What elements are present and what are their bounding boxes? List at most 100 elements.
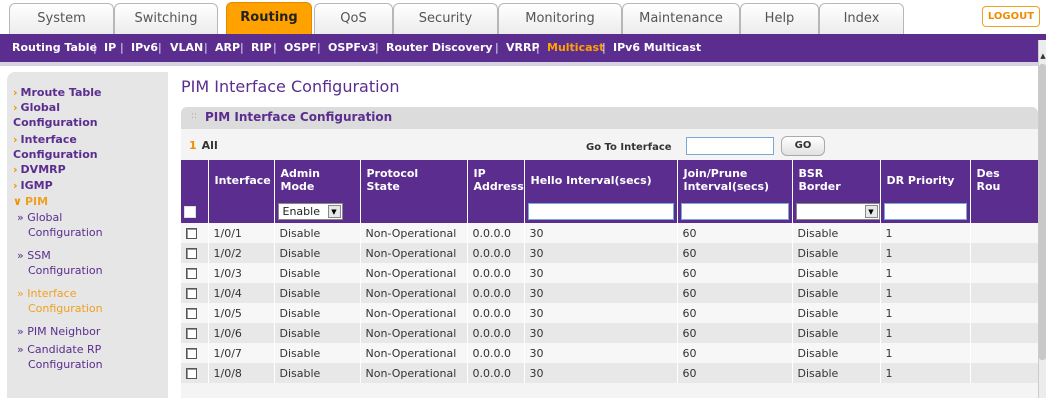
cell-interface: 1/0/1 bbox=[208, 223, 275, 243]
tab-qos[interactable]: QoS bbox=[314, 3, 393, 34]
cell-ip-address: 0.0.0.0 bbox=[467, 263, 525, 283]
cell-admin-mode: Disable bbox=[274, 323, 361, 343]
row-checkbox[interactable] bbox=[186, 308, 197, 319]
vertical-scrollbar[interactable]: ▲ bbox=[1038, 40, 1046, 398]
page-title: PIM Interface Configuration bbox=[181, 77, 400, 96]
tab-switching[interactable]: Switching bbox=[114, 3, 218, 34]
cell-admin-mode: Disable bbox=[274, 223, 361, 243]
chevron-right-icon: › bbox=[13, 101, 18, 114]
cell-designated-router bbox=[970, 223, 1039, 243]
subnav-rip[interactable]: RIP bbox=[251, 34, 272, 62]
tab-help[interactable]: Help bbox=[740, 3, 819, 34]
tab-system[interactable]: System bbox=[9, 3, 114, 34]
sidebar-sub-pim-neighbor[interactable]: » PIM Neighbor bbox=[17, 324, 100, 339]
row-checkbox[interactable] bbox=[186, 228, 197, 239]
pim-interface-table: Interface Admin Mode Protocol State IP Addr… bbox=[181, 160, 1039, 383]
subnav-ip[interactable]: IP bbox=[104, 34, 116, 62]
subnav-routing-table[interactable]: Routing Table bbox=[12, 34, 97, 62]
sidebar-sub-global-configuration[interactable]: » Global Configuration bbox=[17, 210, 103, 240]
sidebar-sub-label: PIM Neighbor bbox=[27, 325, 101, 338]
sub-nav: Routing Table | IP | IPv6 | VLAN | ARP |… bbox=[0, 34, 1046, 62]
dr-priority-input[interactable] bbox=[883, 203, 967, 220]
col-header-bsr-border: BSR Border bbox=[792, 160, 881, 200]
col-header-hello-interval: Hello Interval(secs) bbox=[524, 160, 678, 200]
tab-monitoring[interactable]: Monitoring bbox=[498, 3, 622, 34]
sidebar-sub-label: Configuration bbox=[28, 226, 103, 239]
chevron-right-icon: › bbox=[13, 133, 18, 146]
chevron-down-icon: ▼ bbox=[327, 205, 341, 218]
cell-join-prune-interval: 60 bbox=[677, 223, 793, 243]
sidebar-item-global-configuration[interactable]: › Global Configuration bbox=[13, 100, 98, 130]
hello-interval-input[interactable] bbox=[527, 203, 674, 220]
app-root: System Switching Routing QoS Security Mo… bbox=[0, 0, 1046, 398]
sidebar-sub-label: Candidate RP bbox=[27, 343, 102, 356]
sidebar-sub-ssm-configuration[interactable]: » SSM Configuration bbox=[17, 248, 103, 278]
subnav-router-discovery[interactable]: Router Discovery bbox=[386, 34, 493, 62]
sidebar-sub-label: Global bbox=[27, 211, 63, 224]
subnav-ospfv3[interactable]: OSPFv3 bbox=[328, 34, 376, 62]
subnav-vlan[interactable]: VLAN bbox=[170, 34, 203, 62]
row-checkbox[interactable] bbox=[186, 328, 197, 339]
cell-designated-router bbox=[970, 303, 1039, 323]
sidebar-sub-candidate-rp-configuration[interactable]: » Candidate RP Configuration bbox=[17, 342, 103, 372]
subnav-ipv6-multicast[interactable]: IPv6 Multicast bbox=[613, 34, 701, 62]
cell-select bbox=[181, 363, 209, 383]
cell-join-prune-interval: 60 bbox=[677, 263, 793, 283]
sidebar-sub-label: Interface bbox=[27, 287, 77, 300]
tab-maintenance[interactable]: Maintenance bbox=[622, 3, 740, 34]
go-button[interactable]: GO bbox=[781, 136, 825, 156]
cell-bsr-border: Disable bbox=[792, 303, 881, 323]
cell-select bbox=[181, 243, 209, 263]
cell-protocol-state: Non-Operational bbox=[360, 343, 468, 363]
bullet-icon: » bbox=[17, 249, 24, 262]
subnav-separator: | bbox=[240, 41, 244, 54]
tab-index[interactable]: Index bbox=[819, 3, 904, 34]
admin-mode-select[interactable]: Enable ▼ bbox=[277, 203, 343, 220]
show-all-link[interactable]: 1 All bbox=[189, 139, 218, 152]
join-prune-interval-input[interactable] bbox=[680, 203, 789, 220]
tab-security[interactable]: Security bbox=[393, 3, 498, 34]
cell-designated-router bbox=[970, 363, 1039, 383]
subnav-ipv6[interactable]: IPv6 bbox=[131, 34, 158, 62]
sidebar-item-igmp[interactable]: › IGMP bbox=[13, 178, 53, 193]
sidebar-item-pim[interactable]: ∨ PIM bbox=[13, 194, 48, 209]
row-checkbox[interactable] bbox=[186, 288, 197, 299]
sidebar-item-label: PIM bbox=[24, 195, 49, 208]
cell-protocol-state: Non-Operational bbox=[360, 363, 468, 383]
sidebar: › Mroute Table › Global Configuration › Inte… bbox=[0, 66, 168, 398]
row-checkbox[interactable] bbox=[186, 368, 197, 379]
tab-routing[interactable]: Routing bbox=[226, 2, 312, 34]
cell-dr-priority: 1 bbox=[880, 323, 971, 343]
cell-join-prune-interval: 60 bbox=[677, 323, 793, 343]
row-checkbox[interactable] bbox=[186, 348, 197, 359]
scroll-thumb[interactable] bbox=[1039, 64, 1046, 360]
logout-button[interactable]: LOGOUT bbox=[982, 6, 1040, 27]
col-header-dr-priority: DR Priority bbox=[880, 160, 971, 200]
subnav-arp[interactable]: ARP bbox=[215, 34, 240, 62]
subnav-vrrp[interactable]: VRRP bbox=[506, 34, 540, 62]
subnav-multicast[interactable]: Multicast bbox=[547, 34, 604, 62]
sidebar-item-interface-configuration[interactable]: › Interface Configuration bbox=[13, 132, 98, 162]
main-nav: System Switching Routing QoS Security Mo… bbox=[0, 0, 1046, 34]
subnav-separator: | bbox=[158, 41, 162, 54]
cell-hello-interval: 30 bbox=[524, 243, 678, 263]
cell-select bbox=[181, 263, 209, 283]
filter-bar: 1 All Go To Interface GO bbox=[181, 135, 1038, 157]
table-row: 1/0/8 Disable Non-Operational 0.0.0.0 30 60 Di… bbox=[181, 363, 1039, 383]
section-header: :: PIM Interface Configuration bbox=[181, 107, 1038, 129]
cell-protocol-state: Non-Operational bbox=[360, 323, 468, 343]
row-checkbox[interactable] bbox=[186, 248, 197, 259]
cell-select bbox=[181, 303, 209, 323]
goto-interface-input[interactable] bbox=[686, 137, 774, 155]
cell-protocol-state: Non-Operational bbox=[360, 303, 468, 323]
cell-interface: 1/0/6 bbox=[208, 323, 275, 343]
select-all-checkbox[interactable] bbox=[184, 206, 196, 218]
scroll-up-icon[interactable]: ▲ bbox=[1039, 52, 1046, 60]
subnav-ospf[interactable]: OSPF bbox=[284, 34, 317, 62]
row-checkbox[interactable] bbox=[186, 268, 197, 279]
sidebar-item-dvmrp[interactable]: › DVMRP bbox=[13, 162, 66, 177]
bsr-border-select[interactable]: ▼ bbox=[795, 203, 879, 220]
sidebar-item-mroute-table[interactable]: › Mroute Table bbox=[13, 85, 101, 100]
sidebar-sub-interface-configuration[interactable]: » Interface Configuration bbox=[17, 286, 103, 316]
edit-cell-admin-mode: Enable ▼ bbox=[274, 200, 361, 223]
